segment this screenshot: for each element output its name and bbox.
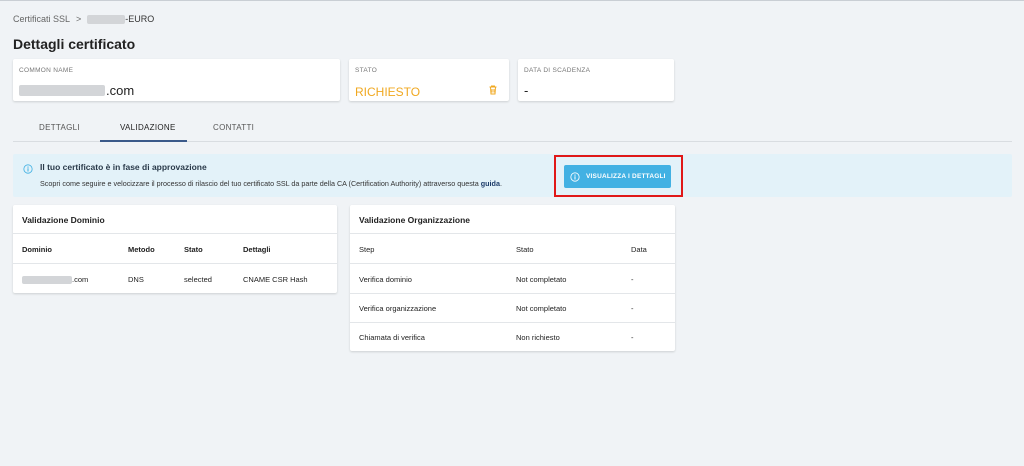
info-icon (570, 171, 580, 182)
breadcrumb: Certificati SSL > -EURO (13, 14, 154, 24)
status-card: STATO RICHIESTO (349, 59, 509, 101)
column-header: Stato (516, 245, 534, 254)
expiry-value: - (524, 83, 529, 98)
column-header: Metodo (128, 245, 155, 254)
date-cell: - (631, 304, 634, 313)
tab-dettagli[interactable]: DETTAGLI (39, 123, 80, 132)
approval-banner: Il tuo certificato è in fase di approvaz… (13, 154, 1012, 197)
redacted-text (87, 14, 126, 24)
guide-link[interactable]: guida (481, 179, 500, 188)
column-header: Step (359, 245, 375, 254)
page-title: Dettagli certificato (13, 36, 136, 52)
domain-validation-card: Validazione Dominio Dominio Metodo Stato… (13, 205, 337, 293)
status-cell: selected (184, 275, 212, 284)
redacted-text (19, 85, 105, 96)
tab-bar: DETTAGLI VALIDAZIONE CONTATTI (13, 118, 1012, 142)
org-validation-card: Validazione Organizzazione Step Stato Da… (350, 205, 675, 351)
status-cell: Not completato (516, 275, 567, 284)
status-value: RICHIESTO (355, 85, 421, 99)
redacted-text (22, 275, 72, 284)
view-details-button[interactable]: VISUALIZZA I DETTAGLI (564, 165, 671, 188)
column-header: Data (631, 245, 647, 254)
domain-cell: .com (22, 275, 88, 284)
method-cell: DNS (128, 275, 144, 284)
breadcrumb-separator: > (76, 14, 82, 24)
step-cell: Verifica dominio (359, 275, 412, 284)
status-label: STATO (355, 67, 378, 74)
breadcrumb-current: -EURO (87, 14, 154, 24)
column-header: Dominio (22, 245, 52, 254)
tab-contatti[interactable]: CONTATTI (213, 123, 254, 132)
common-name-card: COMMON NAME .com (13, 59, 340, 101)
date-cell: - (631, 333, 634, 342)
column-header: Stato (184, 245, 203, 254)
status-cell: Not completato (516, 304, 567, 313)
date-cell: - (631, 275, 634, 284)
info-icon (23, 164, 33, 174)
breadcrumb-root[interactable]: Certificati SSL (13, 14, 70, 24)
step-cell: Verifica organizzazione (359, 304, 437, 313)
status-cell: Non richiesto (516, 333, 560, 342)
trash-icon[interactable] (487, 84, 499, 96)
expiry-card: DATA DI SCADENZA - (518, 59, 674, 101)
common-name-value: .com (19, 83, 134, 98)
details-cell: CNAME CSR Hash (243, 275, 308, 284)
column-header: Dettagli (243, 245, 271, 254)
banner-title: Il tuo certificato è in fase di approvaz… (40, 162, 207, 172)
banner-text: Scopri come seguire e velocizzare il pro… (40, 179, 502, 188)
active-tab-indicator (100, 140, 187, 142)
common-name-label: COMMON NAME (19, 67, 74, 74)
org-validation-title: Validazione Organizzazione (359, 215, 470, 225)
expiry-label: DATA DI SCADENZA (524, 67, 591, 74)
tab-validazione[interactable]: VALIDAZIONE (120, 123, 176, 132)
domain-validation-title: Validazione Dominio (22, 215, 105, 225)
step-cell: Chiamata di verifica (359, 333, 425, 342)
